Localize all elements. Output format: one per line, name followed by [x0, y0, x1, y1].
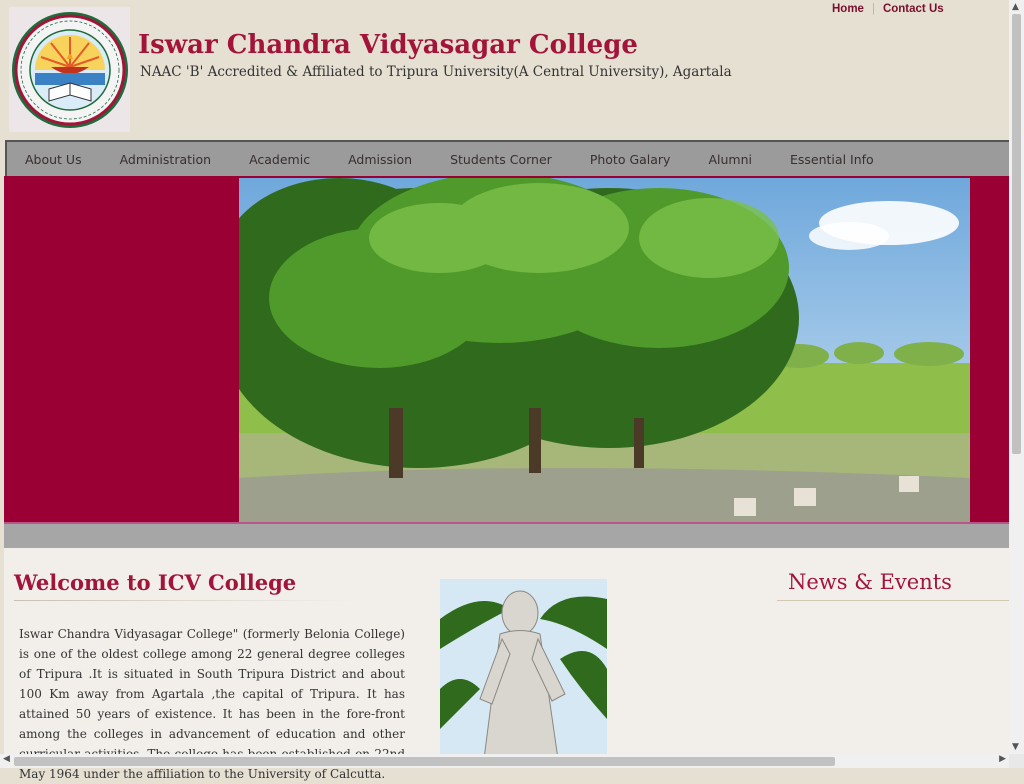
home-link[interactable]: Home: [832, 3, 864, 15]
news-events-heading: News & Events: [788, 570, 952, 594]
nav-item-alumni[interactable]: Alumni: [689, 152, 771, 167]
nav-item-about-us[interactable]: About Us: [7, 152, 101, 167]
nav-item-essential-info[interactable]: Essential Info: [771, 152, 893, 167]
site-subtitle: NAAC 'B' Accredited & Affiliated to Trip…: [140, 64, 732, 80]
scroll-right-icon[interactable]: ▶: [999, 754, 1006, 764]
college-emblem-icon[interactable]: [9, 7, 130, 132]
nav-item-admission[interactable]: Admission: [329, 152, 431, 167]
campus-trees-photo: [239, 178, 970, 522]
top-links-separator: |: [871, 3, 875, 15]
contact-us-link[interactable]: Contact Us: [883, 3, 944, 15]
main-content: Welcome to ICV College Iswar Chandra Vid…: [4, 548, 1009, 781]
banner-caption-bar: [4, 522, 1009, 548]
nav-item-administration[interactable]: Administration: [101, 152, 230, 167]
scroll-down-icon[interactable]: ▼: [1012, 742, 1019, 752]
nav-item-photo-galary[interactable]: Photo Galary: [571, 152, 690, 167]
news-divider: [777, 600, 1009, 601]
welcome-heading: Welcome to ICV College: [14, 570, 297, 595]
scrollbar-corner: [1009, 754, 1024, 768]
scroll-left-icon[interactable]: ◀: [3, 754, 10, 764]
horizontal-scroll-thumb[interactable]: [14, 757, 835, 766]
site-header: Iswar Chandra Vidyasagar College NAAC 'B…: [0, 0, 1009, 140]
vertical-scroll-thumb[interactable]: [1012, 14, 1021, 454]
top-links: Home | Contact Us: [832, 3, 944, 15]
welcome-divider: [14, 600, 359, 601]
vidyasagar-statue-photo: [440, 579, 607, 759]
site-title: Iswar Chandra Vidyasagar College: [138, 30, 638, 60]
scroll-up-icon[interactable]: ▲: [1012, 2, 1019, 12]
banner-slideshow: [4, 176, 1009, 522]
main-navigation: About Us Administration Academic Admissi…: [5, 140, 1009, 176]
nav-item-students-corner[interactable]: Students Corner: [431, 152, 571, 167]
nav-item-academic[interactable]: Academic: [230, 152, 329, 167]
horizontal-scrollbar[interactable]: ◀ ▶: [0, 754, 1009, 768]
vertical-scrollbar[interactable]: ▲ ▼: [1009, 0, 1024, 754]
